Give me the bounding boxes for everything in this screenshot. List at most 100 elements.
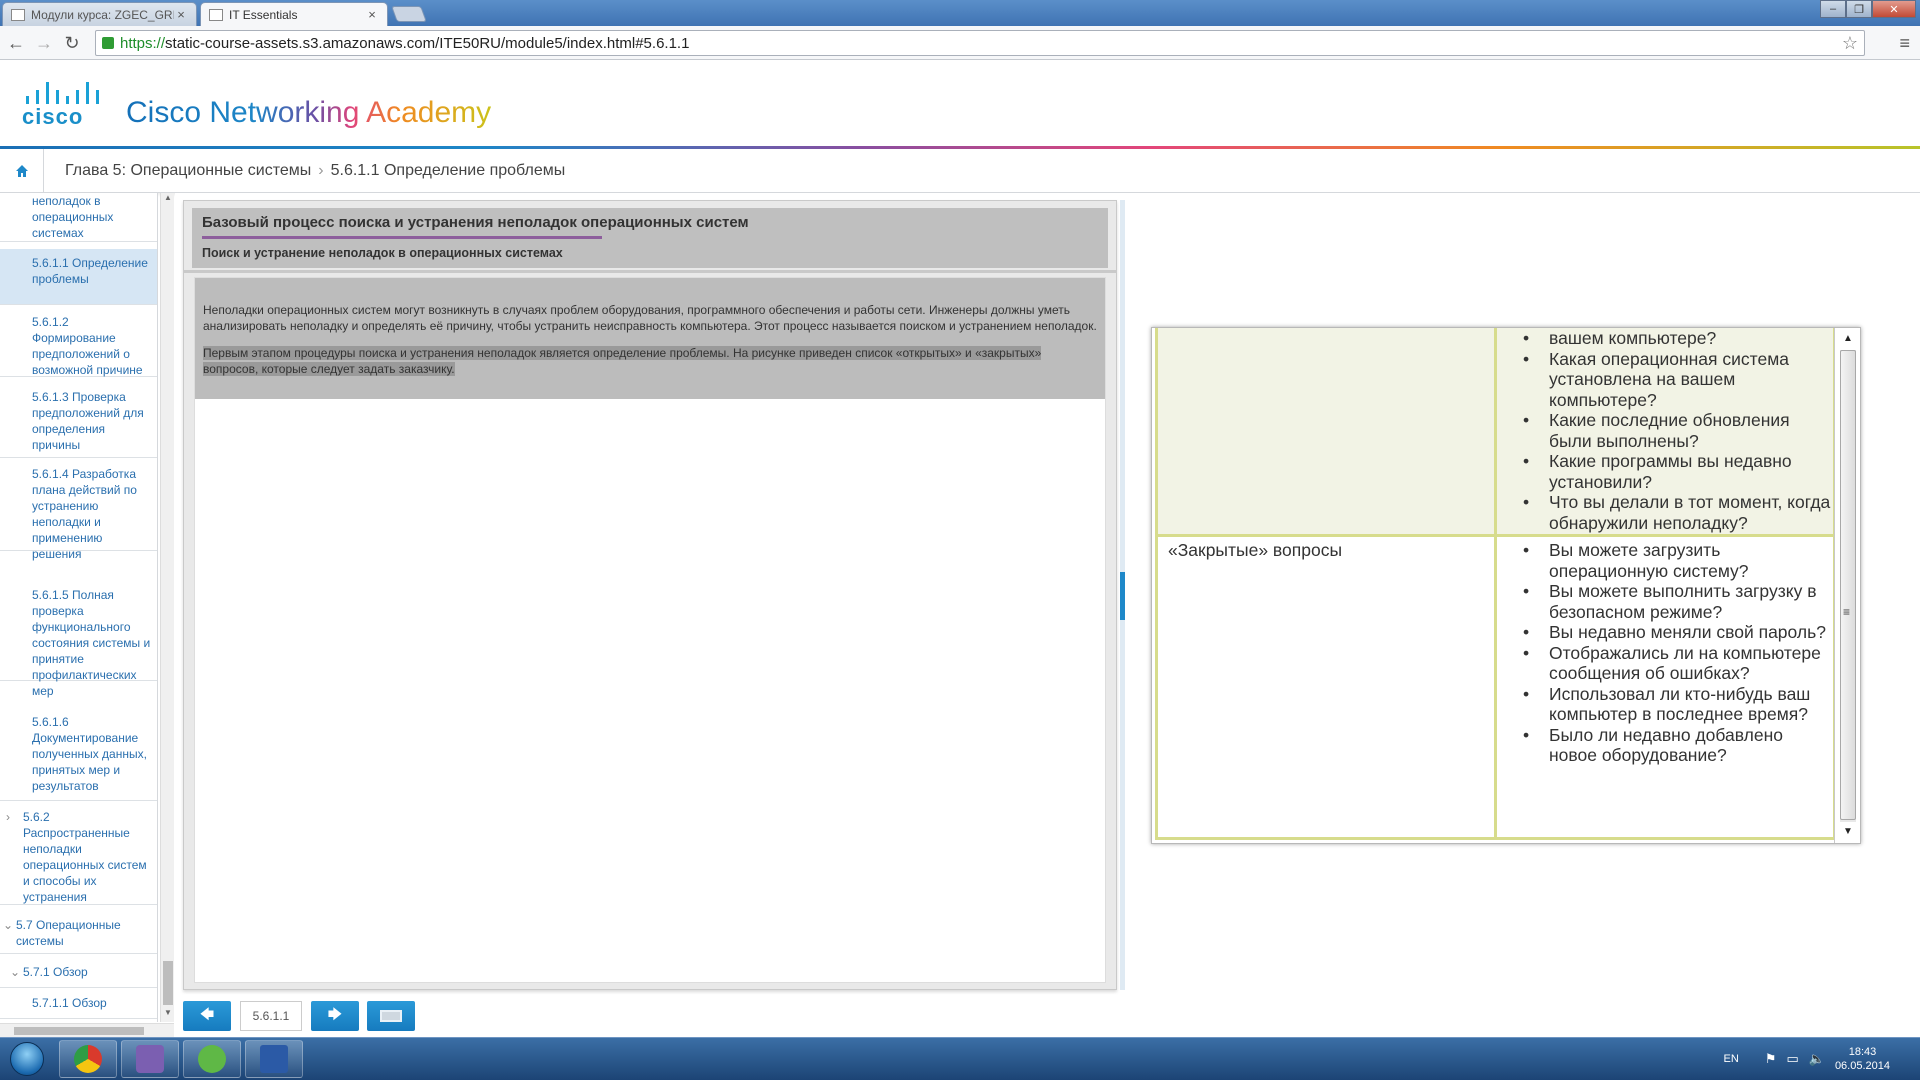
reload-icon[interactable]: ↻ bbox=[60, 31, 84, 55]
nav-item-5-6-1[interactable]: неполадок в операционных системах bbox=[0, 193, 157, 242]
clock-time: 18:43 bbox=[1848, 1046, 1877, 1058]
chevron-down-icon: ⌄ bbox=[3, 918, 14, 932]
utorrent-icon bbox=[198, 1045, 226, 1073]
nav-item-5-6-1-6[interactable]: 5.6.1.6 Документирование полученных данн… bbox=[0, 711, 157, 801]
nav-vertical-scrollbar[interactable]: ▲ ▼ bbox=[160, 193, 174, 1022]
cisco-bars-icon bbox=[24, 82, 104, 104]
table-cell-closed-label: «Закрытые» вопросы bbox=[1155, 534, 1497, 840]
screen-icon bbox=[380, 1010, 402, 1022]
site-header: cisco Cisco Networking Academy bbox=[0, 60, 1920, 148]
address-bar[interactable]: https://static-course-assets.s3.amazonaw… bbox=[95, 30, 1865, 56]
chrome-icon bbox=[74, 1045, 102, 1073]
language-indicator[interactable]: EN bbox=[1724, 1053, 1739, 1065]
panel-splitter[interactable] bbox=[1120, 200, 1125, 990]
scroll-up-icon[interactable]: ▲ bbox=[1838, 330, 1858, 348]
text-area: Неполадки операционных систем могут возн… bbox=[194, 277, 1106, 983]
nav-item-5-6-1-5[interactable]: 5.6.1.5 Полная проверка функционального … bbox=[0, 583, 157, 698]
previous-button[interactable]: 🡄 bbox=[183, 1001, 231, 1031]
browser-tabbar: Модули курса: ZGEC_GRI × IT Essentials ×… bbox=[0, 0, 1920, 26]
flag-icon[interactable]: ⚑ bbox=[1765, 1051, 1777, 1067]
forward-arrow-icon[interactable]: → bbox=[32, 31, 56, 55]
home-button[interactable] bbox=[0, 149, 44, 193]
taskbar-word-button[interactable] bbox=[245, 1040, 303, 1078]
maximize-button[interactable]: ❐ bbox=[1846, 0, 1872, 18]
scroll-thumb[interactable] bbox=[1840, 350, 1856, 820]
table-cell-open-label bbox=[1155, 328, 1497, 537]
nav-horizontal-scrollbar[interactable] bbox=[0, 1023, 174, 1037]
volume-icon[interactable]: 🔈 bbox=[1809, 1051, 1825, 1067]
scroll-thumb[interactable] bbox=[163, 961, 173, 1005]
list-item: Было ли недавно добавлено новое оборудов… bbox=[1523, 725, 1833, 766]
home-icon bbox=[15, 165, 28, 177]
cisco-logo[interactable]: cisco bbox=[22, 82, 108, 132]
nav-item-5-6-1-3[interactable]: 5.6.1.3 Проверка предположений для опред… bbox=[0, 384, 157, 458]
lock-icon bbox=[102, 37, 114, 49]
close-icon[interactable]: × bbox=[365, 7, 379, 22]
nav-item-5-7-1[interactable]: ⌄ 5.7.1 Обзор bbox=[0, 959, 157, 988]
minimize-button[interactable]: – bbox=[1820, 0, 1846, 18]
nav-item-5-6-1-4[interactable]: 5.6.1.4 Разработка плана действий по уст… bbox=[0, 461, 157, 561]
clock[interactable]: 18:43 06.05.2014 bbox=[1835, 1045, 1890, 1073]
text-block: Неполадки операционных систем могут возн… bbox=[195, 278, 1105, 399]
tab-label: Модули курса: ZGEC_GRI bbox=[31, 7, 174, 22]
list-item: Вы недавно меняли свой пароль? bbox=[1523, 622, 1833, 643]
figure-scrollbar[interactable]: ▲ ≡ ▼ bbox=[1834, 328, 1860, 843]
course-nav: неполадок в операционных системах 5.6.1.… bbox=[0, 193, 158, 1022]
scroll-down-icon[interactable]: ▼ bbox=[1838, 823, 1858, 841]
nav-item-5-7[interactable]: ⌄ 5.7 Операционные системы bbox=[0, 914, 157, 954]
splitter-handle[interactable] bbox=[1120, 572, 1125, 620]
scroll-up-icon[interactable]: ▲ bbox=[161, 193, 175, 207]
list-item: Какие программы вы недавно установили? bbox=[1523, 451, 1833, 492]
tab-it-essentials[interactable]: IT Essentials × bbox=[200, 2, 388, 26]
page-title: Базовый процесс поиска и устранения непо… bbox=[202, 214, 749, 231]
list-item: Что вы делали в тот момент, когда обнару… bbox=[1523, 492, 1833, 533]
taskbar-utorrent-button[interactable] bbox=[183, 1040, 241, 1078]
taskbar: EN ⚑ ▭ 🔈 18:43 06.05.2014 bbox=[0, 1037, 1920, 1080]
next-button[interactable]: 🡆 bbox=[311, 1001, 359, 1031]
nav-item-5-6-1-1[interactable]: 5.6.1.1 Определение проблемы bbox=[0, 249, 157, 305]
start-button[interactable] bbox=[2, 1039, 52, 1079]
list-item: Отображались ли на компьютере сообщения … bbox=[1523, 643, 1833, 684]
scroll-down-icon[interactable]: ▼ bbox=[161, 1008, 175, 1022]
tab-label: IT Essentials bbox=[229, 7, 298, 22]
windows-logo-icon bbox=[10, 1042, 44, 1076]
back-arrow-icon[interactable]: ← bbox=[4, 31, 28, 55]
list-item: Использовал ли кто-нибудь ваш компьютер … bbox=[1523, 684, 1833, 725]
cisco-wordmark: cisco bbox=[22, 104, 84, 129]
nav-item-5-6-1-2[interactable]: 5.6.1.2 Формирование предположений о воз… bbox=[0, 308, 157, 377]
nav-item-5-7-1-1[interactable]: 5.7.1.1 Обзор bbox=[0, 989, 157, 1019]
tab-course-modules[interactable]: Модули курса: ZGEC_GRI × bbox=[2, 2, 197, 26]
network-icon[interactable]: ▭ bbox=[1786, 1051, 1798, 1067]
new-tab-button[interactable] bbox=[391, 6, 427, 22]
list-item: Вы можете выполнить загрузку в безопасно… bbox=[1523, 581, 1833, 622]
divider bbox=[184, 270, 1116, 273]
breadcrumb: Глава 5: Операционные системы › 5.6.1.1 Оп… bbox=[65, 162, 565, 180]
content-panel: Базовый процесс поиска и устранения непо… bbox=[183, 200, 1117, 990]
fullscreen-button[interactable] bbox=[367, 1001, 415, 1031]
closed-questions-label: «Закрытые» вопросы bbox=[1168, 540, 1343, 560]
window-controls: – ❐ ✕ bbox=[1820, 0, 1916, 18]
breadcrumb-chapter[interactable]: Глава 5: Операционные системы bbox=[65, 162, 311, 179]
paragraph: Неполадки операционных систем могут возн… bbox=[203, 303, 1097, 333]
bookmark-star-icon[interactable]: ☆ bbox=[1842, 33, 1858, 54]
nav-item-5-6-2[interactable]: › 5.6.2 Распространенные неполадки опера… bbox=[0, 806, 157, 905]
arrow-right-icon: 🡆 bbox=[327, 1006, 343, 1022]
breadcrumb-section[interactable]: 5.6.1.1 Определение проблемы bbox=[331, 162, 566, 179]
system-tray: EN ⚑ ▭ 🔈 18:43 06.05.2014 bbox=[1724, 1038, 1920, 1080]
list-item: Какая операционная система установлена н… bbox=[1523, 349, 1833, 411]
scroll-thumb[interactable] bbox=[14, 1027, 144, 1035]
visual-studio-icon bbox=[136, 1045, 164, 1073]
close-icon[interactable]: × bbox=[174, 7, 188, 22]
taskbar-chrome-button[interactable] bbox=[59, 1040, 117, 1078]
taskbar-visual-studio-button[interactable] bbox=[121, 1040, 179, 1078]
title-underline bbox=[202, 236, 602, 239]
chevron-right-icon: › bbox=[6, 810, 10, 824]
close-window-button[interactable]: ✕ bbox=[1872, 0, 1916, 18]
breadcrumb-bar: Глава 5: Операционные системы › 5.6.1.1 Оп… bbox=[0, 149, 1920, 193]
clock-date: 06.05.2014 bbox=[1834, 1060, 1890, 1072]
list-item: вашем компьютере? bbox=[1523, 328, 1833, 349]
table-cell-open-questions: вашем компьютере? Какая операционная сис… bbox=[1494, 328, 1836, 537]
menu-icon[interactable]: ≡ bbox=[1899, 33, 1910, 54]
table-cell-closed-questions: Вы можете загрузить операционную систему… bbox=[1494, 534, 1836, 840]
page-subtitle: Поиск и устранение неполадок в операцион… bbox=[202, 246, 563, 260]
